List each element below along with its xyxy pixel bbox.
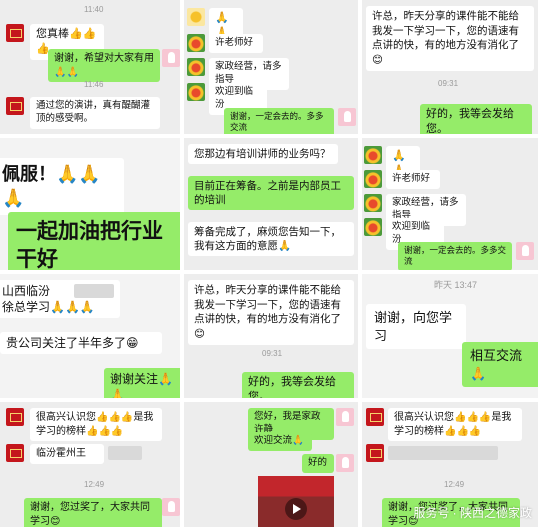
received-message: 许老师好 — [209, 34, 263, 53]
chat-panel-12: 很高兴认识您👍👍👍是我学习的榜样👍👍👍 12:49 谢谢，您过奖了，大家共同学习… — [362, 402, 538, 527]
sent-message: 好的，我等会发给您。 — [420, 104, 532, 134]
my-avatar[interactable] — [162, 498, 180, 516]
received-message: 您那边有培训讲师的业务吗？ — [188, 144, 338, 165]
received-message: 贵公司关注了半年多了😁 — [0, 332, 162, 355]
chat-panel-11: 您好，我是家政许静 欢迎交流🙏 好的 — [184, 402, 358, 527]
contact-avatar[interactable] — [6, 97, 24, 115]
contact-avatar[interactable] — [366, 444, 384, 462]
received-message: 很高兴认识您👍👍👍是我学习的榜样👍👍👍 — [30, 408, 162, 441]
contact-avatar[interactable] — [6, 24, 24, 42]
watermark: 服务号 · 陕西之德家政 — [413, 506, 532, 520]
my-avatar[interactable] — [336, 454, 354, 472]
chat-panel-10: 很高兴认识您👍👍👍是我学习的榜样👍👍👍 临汾霍州王 12:49 谢谢，您过奖了，… — [0, 402, 180, 527]
redacted-text — [388, 446, 498, 460]
received-message: 许老师好 — [386, 170, 440, 189]
contact-avatar[interactable] — [364, 218, 382, 236]
sent-message: 一起加油把行业干好 — [8, 212, 180, 270]
chat-panel-1: 11:40 您真棒👍👍👍 谢谢，希望对大家有用🙏🙏 11:46 通过您的演讲，真… — [0, 0, 180, 134]
sent-message: 欢迎交流🙏 — [248, 432, 312, 451]
timestamp: 昨天 13:47 — [434, 280, 478, 290]
chat-panel-9: 昨天 13:47 谢谢，向您学习 相互交流🙏 — [362, 274, 538, 398]
received-message: 谢谢，向您学习 — [366, 304, 466, 350]
redacted-text — [74, 284, 114, 298]
received-message: 通过您的演讲，真有醍醐灌顶的感受啊。 — [30, 97, 160, 129]
received-message: 筹备完成了，麻烦您告知一下，我有这方面的意愿🙏 — [188, 222, 354, 257]
chat-panel-2: 🙏🙏 许老师好 家政经营，请多指导 欢迎到临汾 谢谢，一定会去的。多多交流 — [184, 0, 358, 134]
my-avatar[interactable] — [516, 242, 534, 260]
chat-panel-3: 许总，昨天分享的课件能不能给我发一下学习一下，您的语速有点讲的快，有的地方没有消… — [362, 0, 538, 134]
message-text: 您好，我是 — [254, 411, 302, 422]
received-message: 许总，昨天分享的课件能不能给我发一下学习一下，您的语速有点讲的快，有的地方没有消… — [366, 6, 534, 71]
sent-message: 谢谢关注🙏🙏 — [104, 368, 180, 398]
my-avatar[interactable] — [162, 49, 180, 67]
received-message: 佩服！🙏🙏🙏 — [0, 158, 124, 215]
contact-avatar[interactable] — [187, 83, 205, 101]
contact-avatar[interactable] — [187, 34, 205, 52]
contact-avatar[interactable] — [6, 408, 24, 426]
play-icon[interactable] — [285, 498, 307, 520]
message-text: 一起加油把行业干好 — [16, 220, 163, 270]
contact-avatar[interactable] — [364, 170, 382, 188]
timestamp: 12:49 — [84, 480, 105, 489]
contact-avatar[interactable] — [364, 194, 382, 212]
timestamp: 11:40 — [84, 5, 104, 14]
contact-avatar[interactable] — [366, 408, 384, 426]
sent-message: 谢谢，一定会去的。多多交流 — [398, 242, 512, 270]
received-message: 很高兴认识您👍👍👍是我学习的榜样👍👍👍 — [388, 408, 522, 441]
contact-avatar[interactable] — [364, 146, 382, 164]
received-message: 许总，昨天分享的课件能不能给我发一下学习一下，您的语速有点讲的快，有的地方没有消… — [188, 280, 354, 345]
contact-avatar[interactable] — [187, 8, 205, 26]
my-avatar[interactable] — [338, 108, 356, 126]
timestamp: 09:31 — [262, 349, 283, 358]
chat-panel-6: 🙏🙏 许老师好 家政经营，请多指导 欢迎到临汾 谢谢，一定会去的。多多交流 — [362, 138, 538, 270]
timestamp: 11:46 — [84, 80, 104, 89]
received-message: 临汾霍州王 — [30, 444, 104, 464]
sent-message: 好的，我等会发给您。 — [242, 372, 354, 398]
contact-avatar[interactable] — [6, 444, 24, 462]
sent-message: 好的 — [302, 454, 334, 473]
message-text: 徐总学习🙏🙏🙏 — [2, 300, 95, 315]
chat-panel-8: 许总，昨天分享的课件能不能给我发一下学习一下，您的语速有点讲的快，有的地方没有消… — [184, 274, 358, 398]
message-text: 佩服！🙏🙏🙏 — [2, 164, 101, 209]
sent-message: 目前正在筹备。之前是内部员工的培训 — [188, 176, 354, 211]
my-avatar[interactable] — [336, 408, 354, 426]
sent-message: 谢谢，一定会去的。多多交流 — [224, 108, 334, 134]
sent-message: 谢谢，您过奖了，大家共同学习😊 — [24, 498, 162, 527]
chat-panel-7: 山西临汾 徐总学习🙏🙏🙏 贵公司关注了半年多了😁 谢谢关注🙏🙏 — [0, 274, 180, 398]
timestamp: 12:49 — [444, 480, 465, 489]
timestamp: 09:31 — [438, 79, 459, 88]
chat-panel-4: 佩服！🙏🙏🙏 一起加油把行业干好 — [0, 138, 180, 270]
contact-avatar[interactable] — [187, 58, 205, 76]
sent-message: 相互交流🙏 — [462, 342, 538, 388]
chat-panel-5: 您那边有培训讲师的业务吗？ 目前正在筹备。之前是内部员工的培训 筹备完成了，麻烦… — [184, 138, 358, 270]
video-thumbnail[interactable] — [258, 476, 334, 527]
sent-message: 谢谢，希望对大家有用🙏🙏 — [48, 49, 160, 82]
redacted-text — [108, 446, 142, 460]
